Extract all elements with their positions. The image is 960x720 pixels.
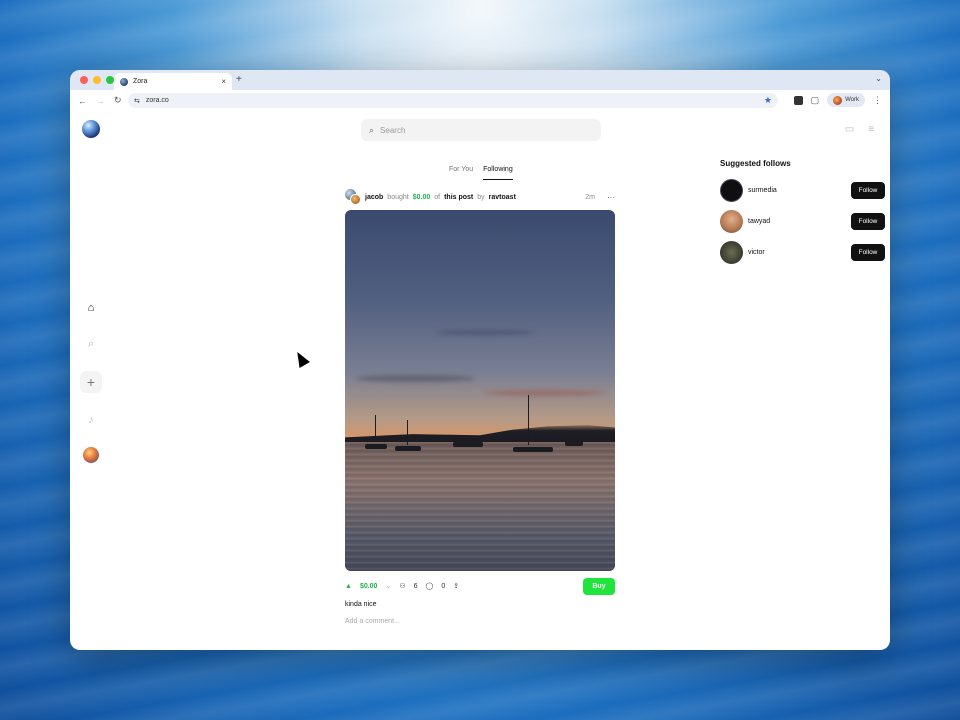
holders-count: 6 <box>413 582 418 590</box>
image-boat <box>365 444 387 449</box>
address-bar[interactable]: ⇆ zora.co ★ <box>128 93 778 108</box>
reload-icon[interactable]: ↻ <box>114 95 122 106</box>
maximize-window-button[interactable] <box>106 76 114 84</box>
suggested-avatar[interactable] <box>720 209 743 233</box>
comment-input[interactable]: Add a comment... <box>345 618 615 625</box>
minimize-window-button[interactable] <box>93 76 101 84</box>
toolbar-right: ▢ Work ⋮ <box>793 93 882 107</box>
explore-search-icon[interactable]: ⌕ <box>81 335 101 353</box>
search-placeholder: Search <box>380 125 406 135</box>
suggested-avatar[interactable] <box>720 178 743 202</box>
forward-arrow-icon[interactable]: → <box>96 96 105 106</box>
post-by: by <box>477 193 485 201</box>
browser-menu-icon[interactable]: ⋮ <box>873 95 882 106</box>
top-right-icons: ▭ ≡ <box>845 124 874 135</box>
post-more-icon[interactable]: ··· <box>607 193 615 202</box>
post-price[interactable]: $0.00 <box>360 583 378 590</box>
image-boat <box>565 441 583 446</box>
image-cloud <box>485 390 605 396</box>
comment-bubble-icon[interactable]: ◯ <box>426 582 434 590</box>
window-controls <box>80 76 114 84</box>
profile-button[interactable]: Work <box>827 93 865 107</box>
suggested-title: Suggested follows <box>720 159 791 168</box>
image-water <box>345 442 615 571</box>
suggested-avatar[interactable] <box>720 240 743 264</box>
post-time: 2m <box>585 193 595 201</box>
close-window-button[interactable] <box>80 76 88 84</box>
image-boat <box>513 447 553 452</box>
post-target-link[interactable]: this post <box>444 194 473 201</box>
image-boat <box>395 446 421 451</box>
bookmark-star-icon[interactable]: ★ <box>764 95 772 106</box>
suggested-username[interactable]: victor <box>748 249 765 256</box>
left-sidebar: ⌂ ⌕ + ♪ <box>80 299 102 463</box>
new-tab-button[interactable]: + <box>236 74 242 85</box>
zora-logo[interactable] <box>82 120 100 138</box>
close-tab-icon[interactable]: × <box>221 77 226 86</box>
tab-search-chevron-icon[interactable]: ⌄ <box>875 74 882 83</box>
post-amount: $0.00 <box>412 193 431 201</box>
browser-toolbar: ← → ↻ ⇆ zora.co ★ ▢ Work ⋮ <box>70 90 890 111</box>
post-actions: ▲ $0.00 ⌄ ⚇ 6 ◯ 0 ⇪ Buy <box>345 573 615 599</box>
price-tree-icon: ▲ <box>345 582 352 590</box>
suggested-follows: Suggested follows surmedia Follow tawyad… <box>720 159 885 271</box>
post-caption: kinda nice <box>345 601 377 608</box>
suggested-username[interactable]: tawyad <box>748 218 770 225</box>
post-image[interactable] <box>345 210 615 571</box>
create-plus-icon[interactable]: + <box>80 371 102 393</box>
share-icon[interactable]: ⇪ <box>453 582 459 590</box>
hamburger-menu-icon[interactable]: ≡ <box>868 124 874 135</box>
image-boat-mast <box>528 395 529 445</box>
post-action: bought <box>387 193 409 201</box>
suggested-user[interactable]: surmedia Follow <box>720 178 885 202</box>
image-cloud <box>355 375 475 382</box>
profile-avatar <box>833 95 843 105</box>
extension-icon[interactable] <box>793 95 803 105</box>
search-icon: ⌕ <box>369 124 375 135</box>
browser-window: Zora × + ⌄ ← → ↻ ⇆ zora.co ★ ▢ Work ⋮ ⌕ … <box>70 70 890 650</box>
image-boat <box>453 442 483 447</box>
suggested-user[interactable]: victor Follow <box>720 240 885 264</box>
price-chevron-icon[interactable]: ⌄ <box>385 582 391 590</box>
feed-post: jacob bought $0.00 of this post by ravto… <box>345 189 615 625</box>
my-profile-avatar[interactable] <box>83 447 99 463</box>
buyer-avatar[interactable] <box>350 194 361 205</box>
follow-button[interactable]: Follow <box>851 243 885 261</box>
holders-icon[interactable]: ⚇ <box>399 582 405 590</box>
browser-tab[interactable]: Zora × <box>114 73 232 90</box>
home-icon[interactable]: ⌂ <box>81 299 101 317</box>
extensions-puzzle-icon[interactable]: ▢ <box>811 95 820 106</box>
post-avatars <box>345 189 361 205</box>
url-text: zora.co <box>145 97 169 104</box>
back-arrow-icon[interactable]: ← <box>78 96 87 106</box>
tab-title: Zora <box>133 78 148 85</box>
suggested-username[interactable]: surmedia <box>748 187 777 194</box>
wallet-icon[interactable]: ▭ <box>845 124 854 135</box>
post-username[interactable]: jacob <box>365 194 383 201</box>
search-input[interactable]: ⌕ Search <box>361 119 601 141</box>
feed-tabs: For You Following <box>449 166 513 180</box>
suggested-user[interactable]: tawyad Follow <box>720 209 885 233</box>
comments-count: 0 <box>441 582 446 590</box>
tab-for-you[interactable]: For You <box>449 166 473 180</box>
tab-strip: Zora × + ⌄ <box>70 70 890 90</box>
post-header: jacob bought $0.00 of this post by ravto… <box>345 189 615 205</box>
site-settings-icon[interactable]: ⇆ <box>134 97 140 105</box>
notifications-bell-icon[interactable]: ♪ <box>81 411 101 429</box>
zora-page: ⌕ Search ▭ ≡ ⌂ ⌕ + ♪ For You Following j… <box>70 111 890 650</box>
tab-following[interactable]: Following <box>483 166 513 180</box>
follow-button[interactable]: Follow <box>851 212 885 230</box>
buy-button[interactable]: Buy <box>583 577 615 595</box>
profile-label: Work <box>845 97 859 103</box>
image-boat-mast <box>375 415 376 440</box>
image-cloud <box>435 330 535 335</box>
image-boat-mast <box>407 420 408 445</box>
zora-favicon-icon <box>120 77 128 86</box>
follow-button[interactable]: Follow <box>851 181 885 199</box>
post-author[interactable]: ravtoast <box>489 194 516 201</box>
post-of: of <box>434 193 441 201</box>
